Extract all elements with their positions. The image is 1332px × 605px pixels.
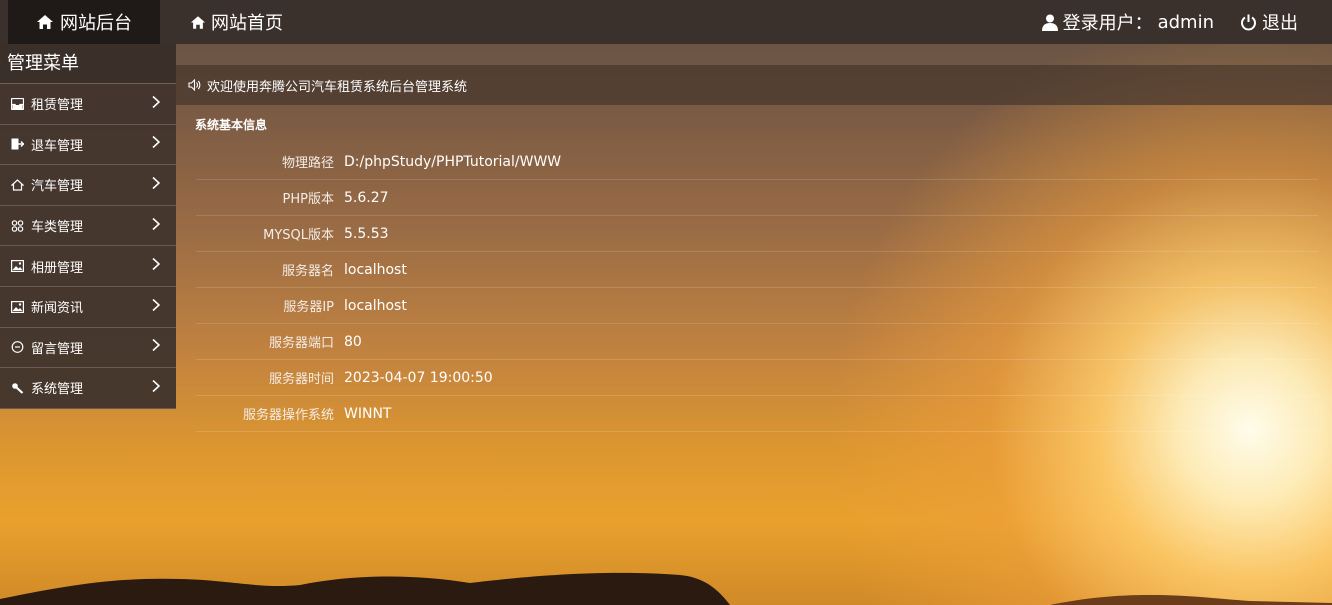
sidebar-item-rental[interactable]: 租赁管理 xyxy=(0,84,176,125)
info-label: 服务器名 xyxy=(281,264,334,279)
info-value: D:/phpStudy/PHPTutorial/WWW xyxy=(344,153,562,170)
logout-label: 退出 xyxy=(1262,13,1298,34)
info-label: 服务器端口 xyxy=(268,336,334,351)
section-title: 系统基本信息 xyxy=(195,118,268,132)
user-name: admin xyxy=(1157,11,1214,33)
info-value: localhost xyxy=(344,261,407,278)
background-silhouette xyxy=(0,572,1332,605)
image-icon xyxy=(10,259,24,273)
info-value: 5.5.53 xyxy=(344,225,389,242)
sidebar-item-label: 退车管理 xyxy=(31,138,84,154)
chevron-right-icon xyxy=(152,136,161,153)
sidebar-title: 管理菜单 xyxy=(0,44,176,84)
welcome-banner: 欢迎使用奔腾公司汽车租赁系统后台管理系统 xyxy=(176,65,1332,105)
info-value: localhost xyxy=(344,297,407,314)
table-row: PHP版本 5.6.27 xyxy=(196,180,1318,216)
site-home-label: 网站首页 xyxy=(211,13,283,34)
chevron-right-icon xyxy=(152,339,161,356)
table-row: 服务器操作系统 WINNT xyxy=(196,396,1318,432)
info-value: 5.6.27 xyxy=(344,189,389,206)
welcome-text: 欢迎使用奔腾公司汽车租赁系统后台管理系统 xyxy=(207,79,468,95)
current-user: 登录用户： admin xyxy=(1041,9,1214,35)
sidebar-item-news[interactable]: 新闻资讯 xyxy=(0,286,176,328)
sidebar-item-label: 新闻资讯 xyxy=(31,301,84,317)
sidebar-item-label: 车类管理 xyxy=(31,220,84,236)
brand-label: 网站后台 xyxy=(60,13,132,34)
info-label: 服务器时间 xyxy=(268,372,334,387)
sidebar-item-label: 系统管理 xyxy=(31,382,84,398)
table-row: MYSQL版本 5.5.53 xyxy=(196,216,1318,252)
info-label: MYSQL版本 xyxy=(263,228,334,243)
chevron-right-icon xyxy=(152,258,161,275)
top-bar: 网站后台 网站首页 登录用户： admin 退出 xyxy=(0,0,1332,44)
table-row: 服务器名 localhost xyxy=(196,252,1318,288)
chevron-right-icon xyxy=(152,217,161,234)
top-right-area: 登录用户： admin 退出 xyxy=(1041,9,1298,35)
table-row: 服务器端口 80 xyxy=(196,324,1318,360)
home-outline-icon xyxy=(10,178,24,192)
info-label: PHP版本 xyxy=(282,192,334,207)
logout-button[interactable]: 退出 xyxy=(1240,9,1298,35)
system-info-table: 物理路径 D:/phpStudy/PHPTutorial/WWW PHP版本 5… xyxy=(196,144,1318,432)
table-row: 物理路径 D:/phpStudy/PHPTutorial/WWW xyxy=(196,144,1318,180)
info-label: 物理路径 xyxy=(281,156,334,171)
wrench-icon xyxy=(10,381,24,395)
sidebar-item-cars[interactable]: 汽车管理 xyxy=(0,165,176,206)
table-row: 服务器IP localhost xyxy=(196,288,1318,324)
user-label: 登录用户： xyxy=(1062,13,1153,34)
sidebar: 管理菜单 租赁管理 退车管理 汽车管理 车类管理 相册管理 新闻资讯 留言管理 … xyxy=(0,44,176,409)
chevron-right-icon xyxy=(152,95,161,112)
comment-icon xyxy=(10,340,24,354)
content-top-band xyxy=(176,44,1332,65)
user-icon xyxy=(1041,14,1058,31)
sidebar-item-label: 留言管理 xyxy=(31,341,84,357)
exit-icon xyxy=(10,137,24,151)
sidebar-item-label: 相册管理 xyxy=(31,260,84,276)
power-icon xyxy=(1241,14,1256,30)
sidebar-item-label: 汽车管理 xyxy=(31,179,84,195)
home-icon xyxy=(190,15,206,29)
info-label: 服务器IP xyxy=(283,300,334,315)
sidebar-item-car-types[interactable]: 车类管理 xyxy=(0,205,176,247)
info-value: 80 xyxy=(344,333,362,350)
chevron-right-icon xyxy=(152,298,161,315)
info-value: 2023-04-07 19:00:50 xyxy=(344,369,493,386)
image-icon xyxy=(10,300,24,314)
brand-link[interactable]: 网站后台 xyxy=(8,0,160,44)
sidebar-item-system[interactable]: 系统管理 xyxy=(0,368,176,409)
sidebar-item-label: 租赁管理 xyxy=(31,98,84,114)
inbox-icon xyxy=(10,97,24,111)
chevron-right-icon xyxy=(152,379,161,396)
sidebar-item-return[interactable]: 退车管理 xyxy=(0,124,176,166)
sidebar-item-messages[interactable]: 留言管理 xyxy=(0,327,176,369)
home-icon xyxy=(37,15,53,29)
info-value: WINNT xyxy=(344,405,392,422)
site-home-link[interactable]: 网站首页 xyxy=(190,9,283,35)
chevron-right-icon xyxy=(152,176,161,193)
grid-icon xyxy=(10,219,24,233)
info-label: 服务器操作系统 xyxy=(242,408,334,423)
speaker-icon xyxy=(188,79,201,91)
sidebar-item-album[interactable]: 相册管理 xyxy=(0,246,176,287)
table-row: 服务器时间 2023-04-07 19:00:50 xyxy=(196,360,1318,396)
